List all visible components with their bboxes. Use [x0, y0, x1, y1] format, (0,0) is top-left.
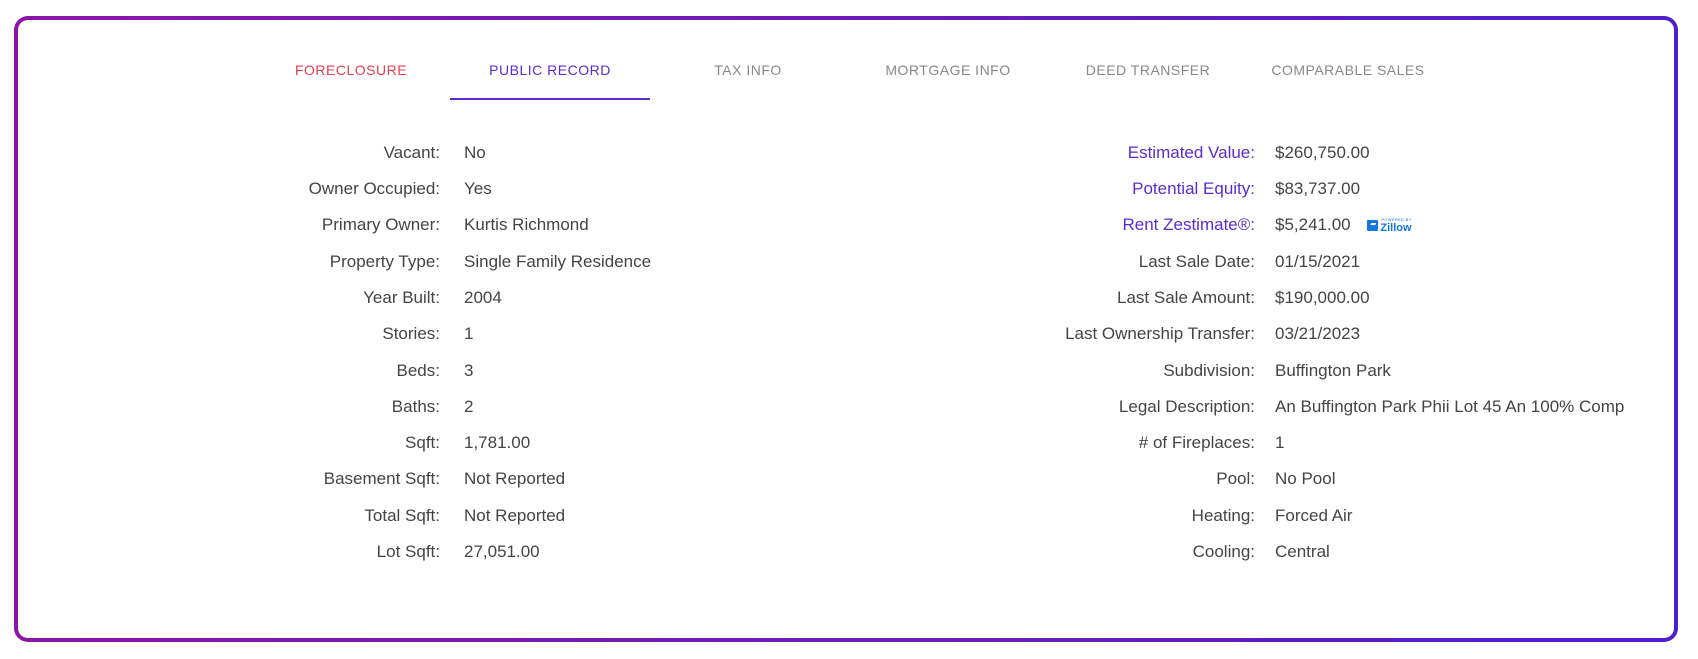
field-row-subdivision: Subdivision: Buffington Park — [0, 359, 1698, 383]
last-sale-amount-label: Last Sale Amount: — [1117, 288, 1255, 307]
tab-mortgage-info[interactable]: MORTGAGE INFO — [848, 44, 1048, 100]
subdivision-value: Buffington Park — [1275, 361, 1391, 380]
pool-value: No Pool — [1275, 469, 1336, 488]
tab-tax-info[interactable]: TAX INFO — [648, 44, 848, 100]
last-sale-amount-value: $190,000.00 — [1275, 288, 1370, 307]
field-row-estimated-value: Estimated Value: $260,750.00 — [0, 141, 1698, 165]
zillow-badge[interactable]: POWERED BY Zillow — [1367, 217, 1412, 234]
zillow-logo-icon — [1367, 220, 1379, 231]
estimated-value-label[interactable]: Estimated Value: — [1128, 141, 1255, 165]
rent-zestimate-value-wrap: $5,241.00 POWERED BY Zillow — [1275, 213, 1412, 237]
potential-equity-label[interactable]: Potential Equity: — [1132, 177, 1255, 201]
field-row-last-sale-date: Last Sale Date: 01/15/2021 — [0, 250, 1698, 274]
last-ownership-transfer-value: 03/21/2023 — [1275, 324, 1361, 343]
fireplaces-value: 1 — [1275, 433, 1285, 452]
legal-description-value: An Buffington Park Phii Lot 45 An 100% C… — [1275, 397, 1625, 416]
cooling-label: Cooling: — [1192, 542, 1255, 561]
tab-deed-transfer[interactable]: DEED TRANSFER — [1048, 44, 1248, 100]
last-sale-date-value: 01/15/2021 — [1275, 252, 1361, 271]
tab-bar: FORECLOSURE PUBLIC RECORD TAX INFO MORTG… — [0, 44, 1698, 100]
pool-label: Pool: — [1216, 469, 1255, 488]
field-row-heating: Heating: Forced Air — [0, 504, 1698, 528]
estimated-value-value: $260,750.00 — [1275, 143, 1370, 162]
field-row-last-ownership-transfer: Last Ownership Transfer: 03/21/2023 — [0, 322, 1698, 346]
field-row-pool: Pool: No Pool — [0, 467, 1698, 491]
last-ownership-transfer-label: Last Ownership Transfer: — [1065, 324, 1255, 343]
field-row-legal-description: Legal Description: An Buffington Park Ph… — [0, 395, 1698, 419]
tab-foreclosure[interactable]: FORECLOSURE — [251, 44, 451, 100]
fireplaces-label: # of Fireplaces: — [1138, 433, 1255, 452]
subdivision-label: Subdivision: — [1163, 361, 1255, 380]
potential-equity-value: $83,737.00 — [1275, 179, 1361, 198]
last-sale-date-label: Last Sale Date: — [1138, 252, 1255, 271]
field-row-potential-equity: Potential Equity: $83,737.00 — [0, 177, 1698, 201]
field-row-cooling: Cooling: Central — [0, 540, 1698, 564]
field-row-last-sale-amount: Last Sale Amount: $190,000.00 — [0, 286, 1698, 310]
zillow-wordmark: Zillow — [1380, 221, 1412, 234]
field-row-fireplaces: # of Fireplaces: 1 — [0, 431, 1698, 455]
heating-label: Heating: — [1191, 506, 1255, 525]
heating-value: Forced Air — [1275, 506, 1353, 525]
rent-zestimate-label[interactable]: Rent Zestimate®: — [1122, 213, 1255, 237]
tab-public-record[interactable]: PUBLIC RECORD — [450, 44, 650, 100]
legal-description-label: Legal Description: — [1118, 397, 1255, 416]
field-row-rent-zestimate: Rent Zestimate®: $5,241.00 POWERED BY Zi… — [0, 213, 1698, 237]
rent-zestimate-value: $5,241.00 — [1275, 215, 1351, 234]
zillow-text-wrap: POWERED BY Zillow — [1380, 217, 1412, 234]
cooling-value: Central — [1275, 542, 1330, 561]
tab-comparable-sales[interactable]: COMPARABLE SALES — [1248, 44, 1448, 100]
